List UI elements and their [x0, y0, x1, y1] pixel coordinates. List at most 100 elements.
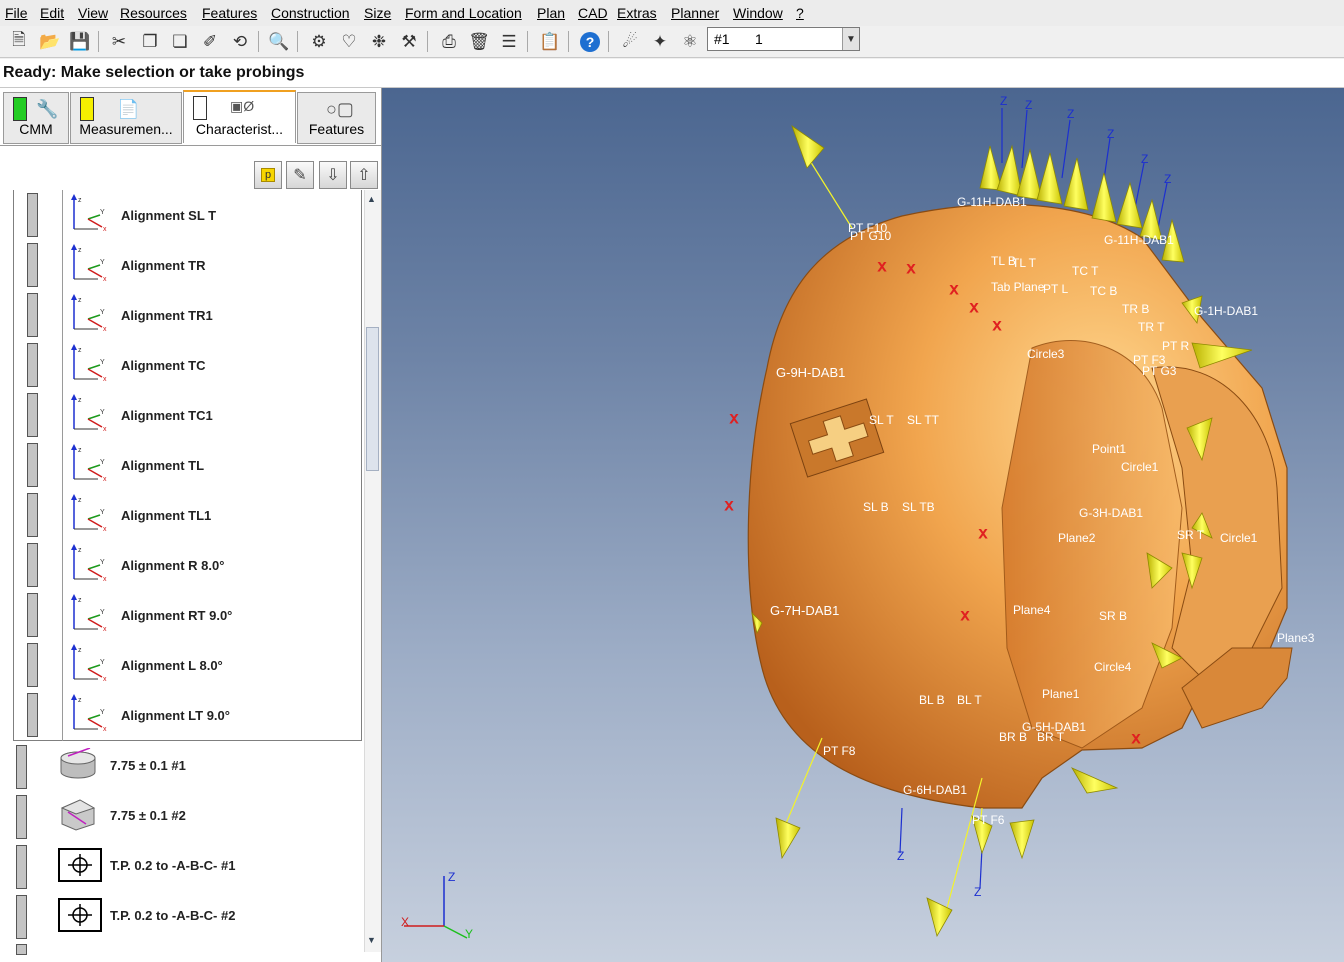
- list-icon[interactable]: ☰: [496, 29, 522, 54]
- alignment-row[interactable]: z Yx Alignment SL T: [0, 190, 364, 240]
- axis-tool-icon[interactable]: ✦: [647, 29, 673, 54]
- alignment-label: Alignment TR: [121, 258, 206, 273]
- paste-icon[interactable]: ❏: [167, 29, 193, 54]
- svg-text:x: x: [103, 426, 107, 433]
- network-tool-icon[interactable]: ❉: [366, 29, 392, 54]
- scroll-up-icon[interactable]: ▲: [367, 194, 376, 204]
- svg-text:Z: Z: [1107, 127, 1114, 141]
- open-folder-icon[interactable]: 📂: [37, 29, 63, 54]
- print-icon[interactable]: ⎙: [436, 29, 462, 54]
- scroll-down-icon[interactable]: ▼: [367, 935, 376, 945]
- characteristic-row[interactable]: 7.75 ± 0.1 #2: [0, 791, 364, 841]
- status-indicator: [27, 193, 38, 237]
- menu-help[interactable]: ?: [796, 5, 804, 21]
- alignment-row[interactable]: z Yx Alignment LT 9.0°: [0, 690, 364, 740]
- list-scrollbar[interactable]: ▲ ▼: [364, 190, 381, 952]
- help-icon[interactable]: ?: [577, 29, 603, 54]
- status-indicator: [27, 243, 38, 287]
- characteristic-icon: ▣Ø: [230, 98, 255, 114]
- cad-model-svg[interactable]: X X X X X X X X X X Z ZZ ZZZ ZZ Z X Y: [382, 88, 1344, 962]
- clipboard-icon[interactable]: 📋: [537, 29, 563, 54]
- alignment-row[interactable]: z Yx Alignment TL: [0, 440, 364, 490]
- menu-size[interactable]: Size: [364, 5, 391, 21]
- status-color-swatch: [13, 97, 27, 121]
- alignment-row[interactable]: z Yx Alignment R 8.0°: [0, 540, 364, 590]
- svg-text:x: x: [103, 226, 107, 233]
- menu-view[interactable]: View: [78, 5, 108, 21]
- alignment-row[interactable]: z Yx Alignment TC: [0, 340, 364, 390]
- cut-icon[interactable]: ✂: [106, 29, 132, 54]
- chevron-down-icon[interactable]: ▼: [842, 28, 859, 50]
- label-circle1b: Circle1: [1220, 531, 1258, 545]
- alignment-row[interactable]: z Yx Alignment TL1: [0, 490, 364, 540]
- cad-viewport[interactable]: X X X X X X X X X X Z Z Z Z Z Z Z Z Z X …: [382, 88, 1344, 962]
- menu-cad[interactable]: CAD: [578, 5, 608, 21]
- menu-planner[interactable]: Planner: [671, 5, 719, 21]
- edit-icon[interactable]: ✎: [286, 161, 314, 189]
- menu-file[interactable]: File: [5, 5, 28, 21]
- characteristic-row[interactable]: T.P. 0.2 to -A-B-C- #2: [0, 891, 364, 941]
- axis-triad: Z X Y: [401, 870, 473, 941]
- undo-icon[interactable]: ⟲: [227, 29, 253, 54]
- probe-icon[interactable]: ✐: [197, 29, 223, 54]
- part-tool-icon[interactable]: ⚛: [677, 29, 703, 54]
- status-color-swatch: [80, 97, 94, 121]
- tab-cmm[interactable]: 🔧 CMM: [3, 92, 69, 144]
- label-plane3: Plane3: [1277, 631, 1315, 645]
- status-indicator: [16, 845, 27, 889]
- label-g9h: G-9H-DAB1: [776, 365, 846, 380]
- scroll-thumb[interactable]: [366, 327, 379, 471]
- menu-extras[interactable]: Extras: [617, 5, 657, 21]
- copy-icon[interactable]: ❐: [137, 29, 163, 54]
- svg-text:X: X: [1132, 732, 1140, 746]
- move-up-icon[interactable]: ⇧: [350, 161, 378, 189]
- svg-text:X: X: [725, 499, 733, 513]
- menu-resources[interactable]: Resources: [120, 5, 187, 21]
- characteristic-row[interactable]: 7.75 ± 0.1 #1: [0, 741, 364, 791]
- alignment-label: Alignment R 8.0°: [121, 558, 225, 573]
- p-button[interactable]: p: [254, 161, 282, 189]
- tab-characteristics[interactable]: ▣Ø Characterist...: [183, 90, 296, 143]
- menu-features[interactable]: Features: [202, 5, 257, 21]
- menu-form-and-location[interactable]: Form and Location: [405, 5, 522, 21]
- binoculars-icon[interactable]: 🔍: [266, 29, 292, 54]
- new-file-icon[interactable]: 🗎: [6, 29, 32, 54]
- coordinate-system-icon: z Yx: [68, 443, 112, 483]
- menu-window[interactable]: Window: [733, 5, 783, 21]
- alignment-row[interactable]: z Yx Alignment L 8.0°: [0, 640, 364, 690]
- svg-text:z: z: [78, 497, 82, 504]
- svg-text:z: z: [78, 397, 82, 404]
- alignment-row[interactable]: z Yx Alignment TR: [0, 240, 364, 290]
- characteristic-label: T.P. 0.2 to -A-B-C- #2: [110, 908, 236, 923]
- save-icon[interactable]: 💾: [67, 29, 93, 54]
- program-selector[interactable]: #1 1 ▼: [707, 27, 860, 51]
- delete-icon[interactable]: 🗑: [466, 29, 492, 54]
- svg-text:Z: Z: [1025, 98, 1032, 112]
- menu-edit[interactable]: Edit: [40, 5, 64, 21]
- alignment-row[interactable]: z Yx Alignment TR1: [0, 290, 364, 340]
- coordinate-system-icon: z Yx: [68, 693, 112, 733]
- label-brt: BR T: [1037, 730, 1065, 744]
- move-down-icon[interactable]: ⇩: [319, 161, 347, 189]
- characteristic-row[interactable]: T.P. 0.2 to -A-B-C- #1: [0, 841, 364, 891]
- alignment-row[interactable]: z Yx Alignment RT 9.0°: [0, 590, 364, 640]
- heart-tool-icon[interactable]: ♡: [336, 29, 362, 54]
- svg-text:x: x: [103, 376, 107, 383]
- status-indicator: [16, 895, 27, 939]
- label-point1: Point1: [1092, 442, 1127, 456]
- alignment-label: Alignment L 8.0°: [121, 658, 223, 673]
- menu-construction[interactable]: Construction: [271, 5, 350, 21]
- tab-features[interactable]: ○▢ Features: [297, 92, 376, 144]
- alignment-label: Alignment TR1: [121, 308, 213, 323]
- svg-text:Z: Z: [897, 849, 904, 863]
- label-tcb: TC B: [1090, 284, 1118, 298]
- tools-icon[interactable]: ⚒: [396, 29, 422, 54]
- svg-text:Y: Y: [100, 359, 105, 366]
- tab-measurement[interactable]: 📄 Measuremen...: [70, 92, 182, 144]
- feature-tool-icon[interactable]: ⚙: [306, 29, 332, 54]
- menu-plan[interactable]: Plan: [537, 5, 565, 21]
- svg-text:X: X: [730, 412, 738, 426]
- alignment-row[interactable]: z Yx Alignment TC1: [0, 390, 364, 440]
- svg-text:Y: Y: [100, 209, 105, 216]
- run-probe-icon[interactable]: ☄: [617, 29, 643, 54]
